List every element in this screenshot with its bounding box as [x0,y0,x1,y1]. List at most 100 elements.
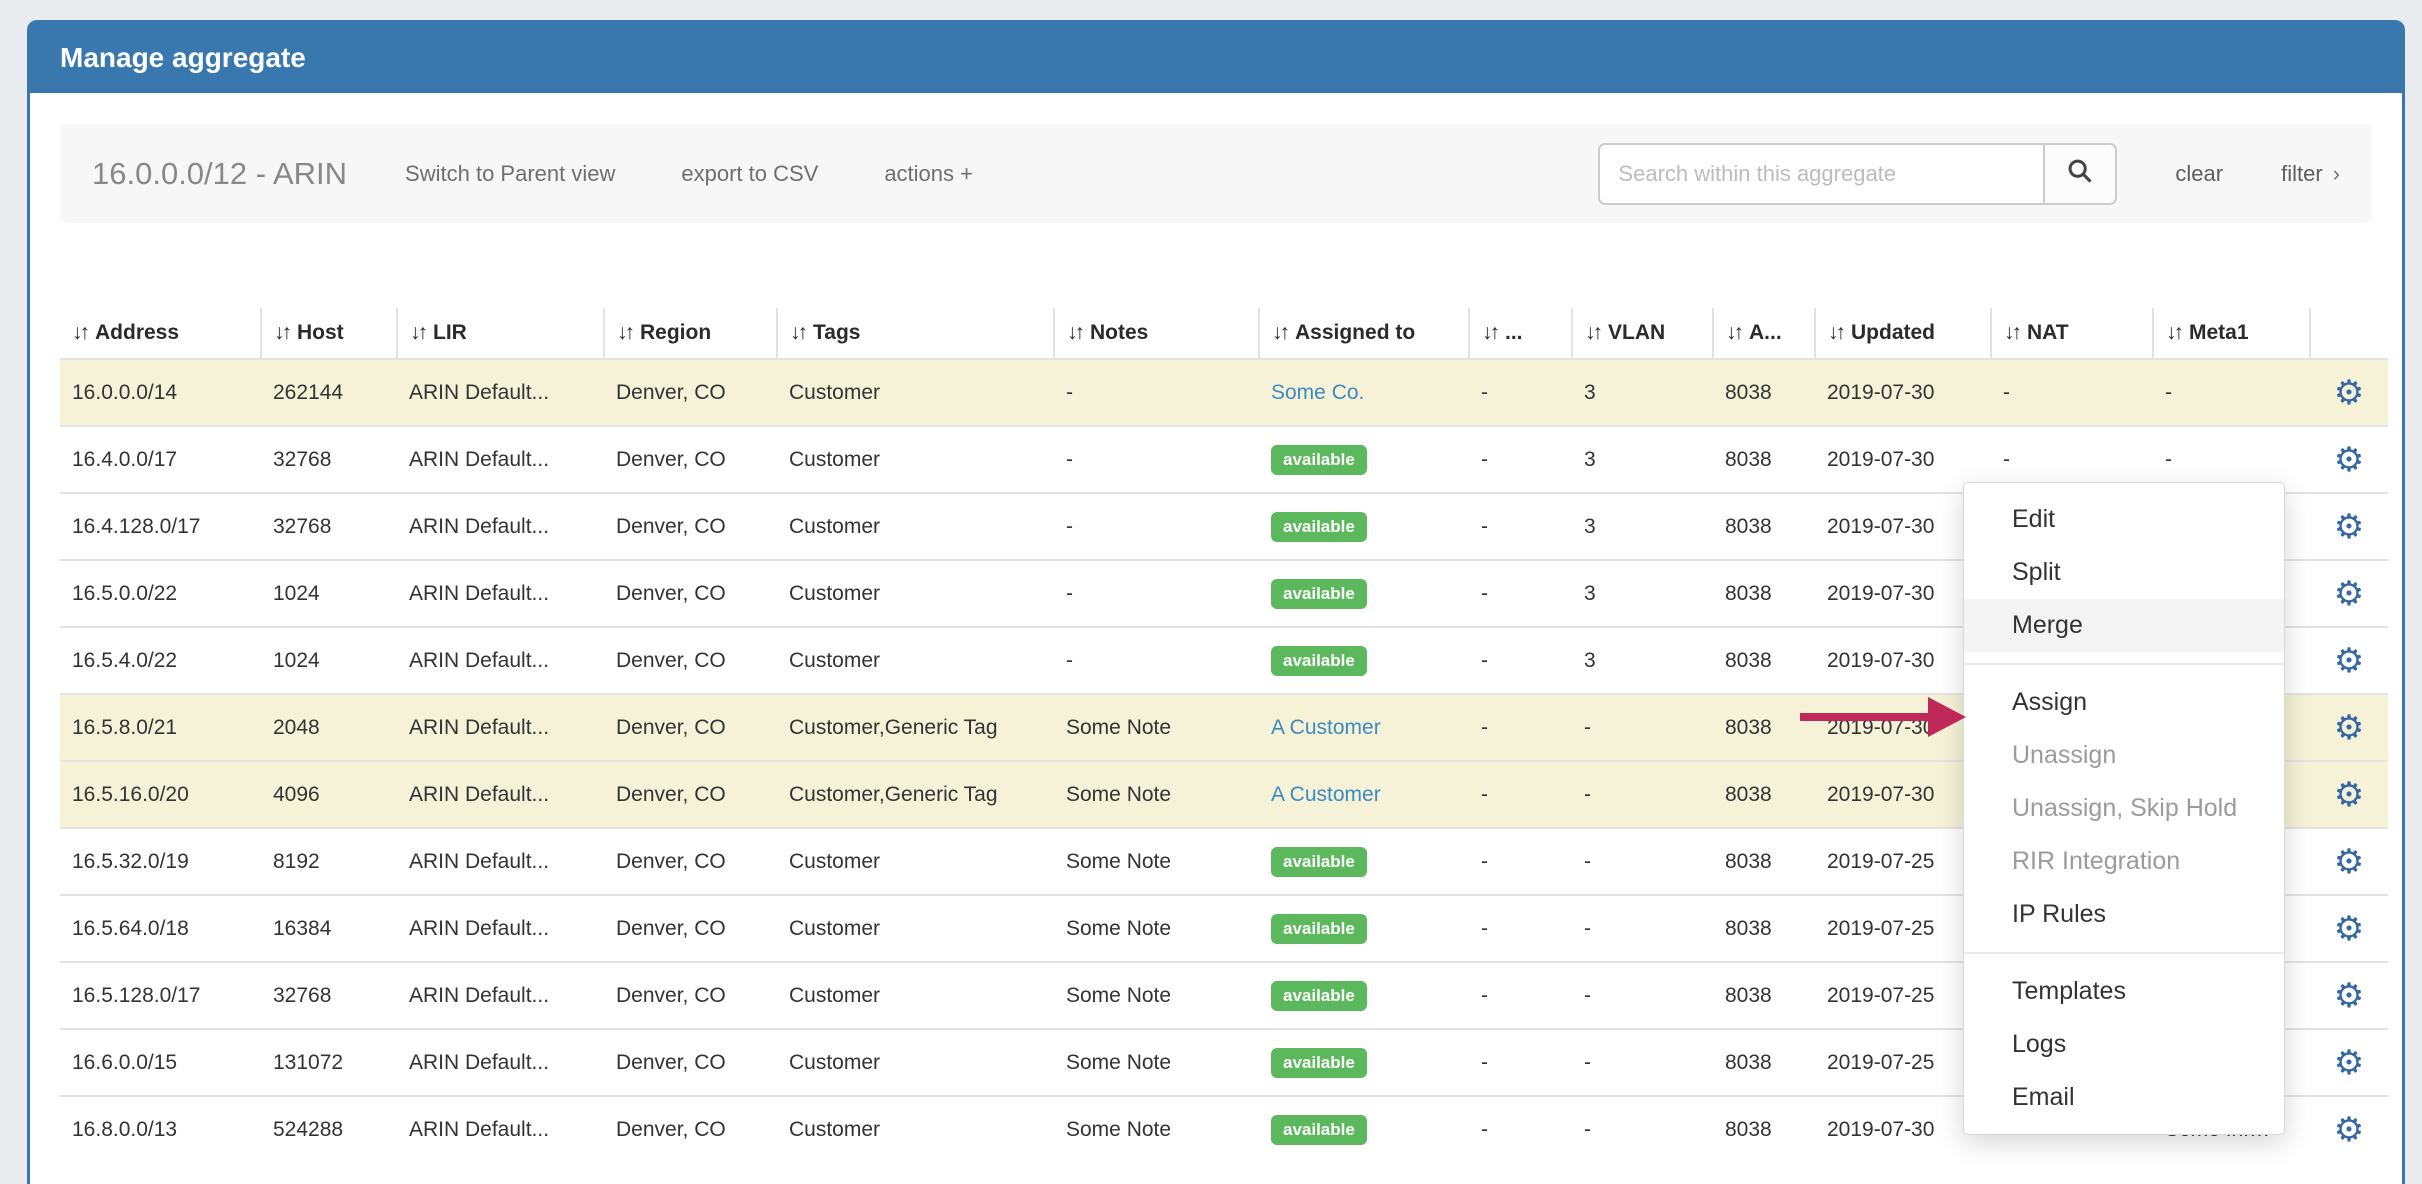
cell-region: Denver, CO [604,761,777,828]
column-header-assigned[interactable]: ↓↑Assigned to [1259,308,1469,359]
menu-item-edit[interactable]: Edit [1964,493,2284,546]
menu-item-merge[interactable]: Merge [1964,599,2284,652]
cell-dots: - [1469,359,1572,426]
column-header-vlan[interactable]: ↓↑VLAN [1572,308,1713,359]
cell-notes: - [1054,426,1259,493]
search-icon [2066,157,2094,190]
cell-assigned: available [1259,426,1469,493]
cell-nat: - [1991,359,2153,426]
status-badge-available: available [1271,914,1367,944]
row-actions-gear-icon[interactable]: ⚙ [2334,376,2364,410]
cell-a: 8038 [1713,1029,1815,1096]
cell-assigned: available [1259,962,1469,1029]
column-header-lir[interactable]: ↓↑LIR [397,308,604,359]
row-actions-gear-icon[interactable]: ⚙ [2334,979,2364,1013]
row-actions-gear-icon[interactable]: ⚙ [2334,1113,2364,1147]
column-header-notes[interactable]: ↓↑Notes [1054,308,1259,359]
cell-dots: - [1469,1029,1572,1096]
column-header-dots[interactable]: ↓↑... [1469,308,1572,359]
cell-assigned: available [1259,493,1469,560]
status-badge-available: available [1271,646,1367,676]
cell-vlan: 3 [1572,359,1713,426]
search-input[interactable] [1598,143,2043,205]
column-header-address[interactable]: ↓↑Address [60,308,261,359]
cell-gear: ⚙ [2310,962,2388,1029]
cell-assigned: available [1259,828,1469,895]
sort-icon: ↓↑ [410,321,425,344]
cell-meta1: - [2153,359,2310,426]
column-header-nat[interactable]: ↓↑NAT [1991,308,2153,359]
column-header-updated[interactable]: ↓↑Updated [1815,308,1991,359]
menu-item-logs[interactable]: Logs [1964,1018,2284,1071]
sort-icon: ↓↑ [1482,321,1497,344]
filter-label: filter [2281,161,2323,186]
assigned-to-link[interactable]: A Customer [1271,783,1381,806]
row-actions-gear-icon[interactable]: ⚙ [2334,778,2364,812]
cell-notes: Some Note [1054,895,1259,962]
cell-assigned: available [1259,627,1469,694]
cell-gear: ⚙ [2310,426,2388,493]
cell-tags: Customer [777,1029,1054,1096]
sort-icon: ↓↑ [617,321,632,344]
menu-item-assign[interactable]: Assign [1964,676,2284,729]
table-row: 16.0.0.0/14262144ARIN Default...Denver, … [60,359,2388,426]
cell-assigned: available [1259,1029,1469,1096]
menu-item-ip-rules[interactable]: IP Rules [1964,888,2284,941]
cell-address: 16.5.16.0/20 [60,761,261,828]
actions-menu-link[interactable]: actions + [884,161,973,187]
cell-tags: Customer [777,627,1054,694]
toolbar-right: clear filter › [1598,143,2340,205]
cell-address: 16.5.64.0/18 [60,895,261,962]
export-csv-link[interactable]: export to CSV [681,161,818,187]
status-badge-available: available [1271,847,1367,877]
cell-lir: ARIN Default... [397,1096,604,1163]
column-header-meta1[interactable]: ↓↑Meta1 [2153,308,2310,359]
sort-icon: ↓↑ [1272,321,1287,344]
cell-tags: Customer [777,560,1054,627]
column-header-host[interactable]: ↓↑Host [261,308,397,359]
cell-region: Denver, CO [604,426,777,493]
cell-region: Denver, CO [604,895,777,962]
cell-vlan: 3 [1572,426,1713,493]
column-header-a[interactable]: ↓↑A... [1713,308,1815,359]
status-badge-available: available [1271,445,1367,475]
menu-item-email[interactable]: Email [1964,1071,2284,1124]
cell-dots: - [1469,560,1572,627]
assigned-to-link[interactable]: Some Co. [1271,381,1364,404]
row-actions-gear-icon[interactable]: ⚙ [2334,711,2364,745]
row-actions-gear-icon[interactable]: ⚙ [2334,443,2364,477]
cell-tags: Customer [777,359,1054,426]
row-actions-gear-icon[interactable]: ⚙ [2334,1046,2364,1080]
clear-link[interactable]: clear [2175,161,2223,187]
assigned-to-link[interactable]: A Customer [1271,716,1381,739]
cell-host: 131072 [261,1029,397,1096]
row-actions-gear-icon[interactable]: ⚙ [2334,577,2364,611]
cell-region: Denver, CO [604,627,777,694]
row-actions-gear-icon[interactable]: ⚙ [2334,644,2364,678]
cell-address: 16.4.0.0/17 [60,426,261,493]
filter-link[interactable]: filter › [2281,161,2340,187]
cell-dots: - [1469,895,1572,962]
row-actions-gear-icon[interactable]: ⚙ [2334,510,2364,544]
column-header-tags[interactable]: ↓↑Tags [777,308,1054,359]
column-header-region[interactable]: ↓↑Region [604,308,777,359]
cell-region: Denver, CO [604,694,777,761]
cell-gear: ⚙ [2310,895,2388,962]
cell-host: 2048 [261,694,397,761]
row-actions-gear-icon[interactable]: ⚙ [2334,912,2364,946]
switch-parent-view-link[interactable]: Switch to Parent view [405,161,615,187]
menu-item-templates[interactable]: Templates [1964,965,2284,1018]
row-actions-gear-icon[interactable]: ⚙ [2334,845,2364,879]
cell-region: Denver, CO [604,560,777,627]
cell-host: 16384 [261,895,397,962]
cell-address: 16.5.0.0/22 [60,560,261,627]
cell-region: Denver, CO [604,359,777,426]
chevron-right-icon: › [2333,161,2340,186]
cell-lir: ARIN Default... [397,426,604,493]
cell-address: 16.5.4.0/22 [60,627,261,694]
cell-dots: - [1469,694,1572,761]
search-button[interactable] [2043,143,2117,205]
aggregate-label: 16.0.0.0/12 - ARIN [92,156,347,192]
cell-address: 16.6.0.0/15 [60,1029,261,1096]
menu-item-split[interactable]: Split [1964,546,2284,599]
